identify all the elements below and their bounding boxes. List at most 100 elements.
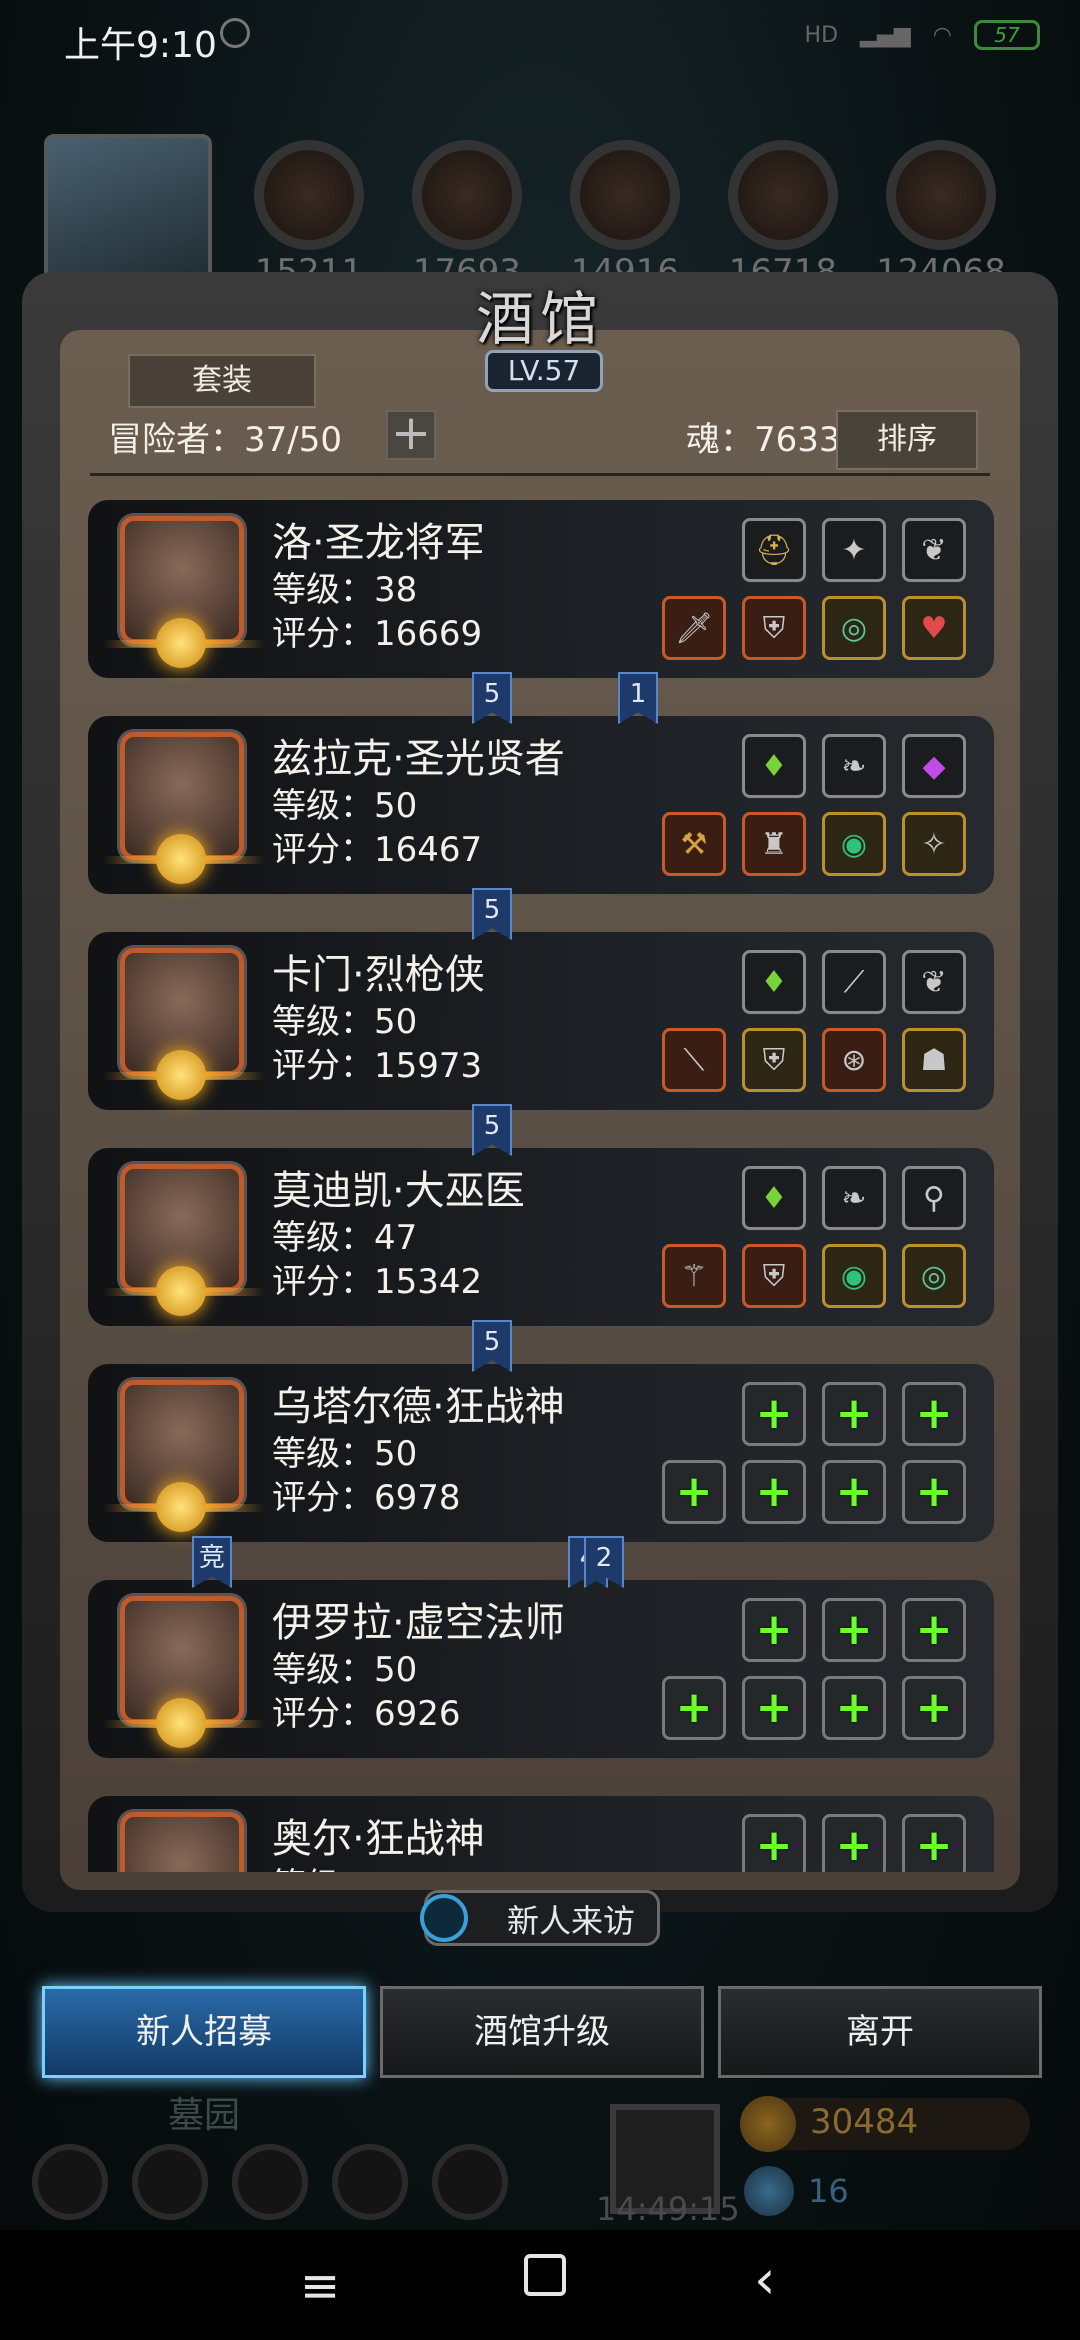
hero-card[interactable]: 伊罗拉·虚空法师 等级：50 评分：6926 + + + + + + + xyxy=(88,1580,994,1758)
home-nav-icon[interactable] xyxy=(524,2254,566,2296)
equipment-slot[interactable]: ⊛ xyxy=(822,1028,886,1092)
recruit-button[interactable]: 新人招募 xyxy=(42,1986,366,2078)
equipment-slot[interactable]: ❧ xyxy=(822,734,886,798)
equipment-slot[interactable]: ♦ xyxy=(742,734,806,798)
equipment-slot[interactable]: ❦ xyxy=(902,518,966,582)
rank-emblem-icon xyxy=(156,1482,206,1532)
purple-gem-icon: ◆ xyxy=(922,748,946,784)
empty-equipment-slot[interactable]: + xyxy=(902,1676,966,1740)
hero-card[interactable]: 莫迪凯·大巫医 等级：47 评分：15342 ♦ ❧ ⚲ ⚚ ⛨ ◉ ◎ xyxy=(88,1148,994,1326)
equipment-slot[interactable]: ⚒ xyxy=(662,812,726,876)
status-indicators: HD ▂▄▆ ◠ 57 xyxy=(805,20,1040,50)
equipment-slot[interactable]: ✦ xyxy=(822,518,886,582)
empty-equipment-slot[interactable]: + xyxy=(902,1382,966,1446)
wood-resource-icon[interactable] xyxy=(412,140,522,250)
empty-equipment-slot[interactable]: + xyxy=(822,1676,886,1740)
ring-icon: ◎ xyxy=(920,1258,948,1294)
equipment-slot[interactable]: ❧ xyxy=(822,1166,886,1230)
empty-equipment-slot[interactable]: + xyxy=(662,1460,726,1524)
mail-icon[interactable] xyxy=(332,2144,408,2220)
leave-button[interactable]: 离开 xyxy=(718,1986,1042,2078)
equipment-slot[interactable]: ❦ xyxy=(902,950,966,1014)
tavern-upgrade-button[interactable]: 酒馆升级 xyxy=(380,1986,704,2078)
equipment-slot[interactable]: ☗ xyxy=(902,1028,966,1092)
stone-resource-icon[interactable] xyxy=(886,140,996,250)
hero-card[interactable]: 洛·圣龙将军 等级：38 评分：16669 ⛑ ✦ ❦ 🗡 ⛨ ◎ ♥ xyxy=(88,500,994,678)
rank-emblem-icon xyxy=(156,834,206,884)
add-equipment-icon: + xyxy=(915,1466,953,1517)
tavern-title: 酒馆 xyxy=(475,285,604,353)
achievement-icon[interactable] xyxy=(132,2144,208,2220)
equipment-slot[interactable]: ◆ xyxy=(902,734,966,798)
equipment-slot[interactable]: ⚚ xyxy=(662,1244,726,1308)
pendant-icon: ✧ xyxy=(921,826,947,862)
equipment-slot[interactable]: ⛨ xyxy=(742,1244,806,1308)
equipment-slot[interactable]: ⛨ xyxy=(742,596,806,660)
hero-level: 等级： xyxy=(272,1858,374,1872)
equipment-slot[interactable]: ⟍ xyxy=(662,1028,726,1092)
hero-name: 奥尔·狂战神 xyxy=(272,1816,485,1862)
map-icon[interactable] xyxy=(432,2144,508,2220)
hero-name: 卡门·烈枪侠 xyxy=(272,952,485,998)
set-tab-button[interactable]: 套装 xyxy=(128,354,316,408)
meat-resource-icon[interactable] xyxy=(254,140,364,250)
hero-card[interactable]: 乌塔尔德·狂战神 等级：50 评分：6978 + + + + + + + xyxy=(88,1364,994,1542)
hero-list[interactable]: 洛·圣龙将军 等级：38 评分：16669 ⛑ ✦ ❦ 🗡 ⛨ ◎ ♥ 兹拉克·圣光贤者 等级：50 评… xyxy=(88,484,994,1872)
empty-equipment-slot[interactable]: + xyxy=(822,1598,886,1662)
empty-equipment-slot[interactable]: + xyxy=(742,1460,806,1524)
equipment-slot[interactable]: ◎ xyxy=(902,1244,966,1308)
equipment-slot[interactable]: ✧ xyxy=(902,812,966,876)
equipment-slot[interactable]: ◎ xyxy=(822,596,886,660)
hero-level: 等级：50 xyxy=(272,1650,418,1690)
iron-resource-icon[interactable] xyxy=(570,140,680,250)
equipment-slot[interactable]: ♥ xyxy=(902,596,966,660)
equipment-slot[interactable]: ◉ xyxy=(822,1244,886,1308)
sort-button[interactable]: 排序 xyxy=(836,410,978,470)
hero-card[interactable]: 奥尔·狂战神等级： + + + xyxy=(88,1796,994,1872)
empty-equipment-slot[interactable]: + xyxy=(742,1382,806,1446)
menu-nav-icon[interactable]: ≡ xyxy=(300,2258,340,2314)
add-equipment-icon: + xyxy=(675,1466,713,1517)
hero-name: 洛·圣龙将军 xyxy=(272,520,485,566)
hero-card[interactable]: 卡门·烈枪侠 等级：50 评分：15973 ♦ ⟋ ❦ ⟍ ⛨ ⊛ ☗ xyxy=(88,932,994,1110)
hero-level: 等级：50 xyxy=(272,1002,418,1042)
armor-icon: ⛨ xyxy=(762,610,786,646)
equipment-slot[interactable]: ⛑ xyxy=(742,518,806,582)
equipment-slot[interactable]: ♜ xyxy=(742,812,806,876)
empty-equipment-slot[interactable]: + xyxy=(662,1676,726,1740)
empty-equipment-slot[interactable]: + xyxy=(742,1676,806,1740)
hero-level: 等级：50 xyxy=(272,1434,418,1474)
empty-equipment-slot[interactable]: + xyxy=(742,1814,806,1872)
empty-equipment-slot[interactable]: + xyxy=(822,1460,886,1524)
hero-level: 等级：50 xyxy=(272,786,418,826)
player-avatar[interactable] xyxy=(44,134,212,292)
empty-equipment-slot[interactable]: + xyxy=(902,1460,966,1524)
green-ring-icon: ◉ xyxy=(840,1258,868,1294)
add-equipment-icon: + xyxy=(915,1682,953,1733)
equipment-slot[interactable]: ⚲ xyxy=(902,1166,966,1230)
crystal-resource-icon[interactable] xyxy=(728,140,838,250)
empty-equipment-slot[interactable]: + xyxy=(822,1814,886,1872)
equipment-slot[interactable]: ◉ xyxy=(822,812,886,876)
empty-equipment-slot[interactable]: + xyxy=(902,1598,966,1662)
empty-equipment-slot[interactable]: + xyxy=(902,1814,966,1872)
empty-equipment-slot[interactable]: + xyxy=(742,1598,806,1662)
equipment-slot[interactable]: ⛨ xyxy=(742,1028,806,1092)
equipment-slot[interactable]: ♦ xyxy=(742,1166,806,1230)
hero-portrait[interactable] xyxy=(120,1812,244,1872)
ring-icon: ◎ xyxy=(840,610,868,646)
add-equipment-icon: + xyxy=(835,1388,873,1439)
add-equipment-icon: + xyxy=(835,1604,873,1655)
hero-card[interactable]: 兹拉克·圣光贤者 等级：50 评分：16467 ♦ ❧ ◆ ⚒ ♜ ◉ ✧ xyxy=(88,716,994,894)
empty-equipment-slot[interactable]: + xyxy=(822,1382,886,1446)
necklace-icon: ❦ xyxy=(921,964,947,1000)
equipment-slot[interactable]: ♦ xyxy=(742,950,806,1014)
expand-capacity-button[interactable]: + xyxy=(386,409,436,460)
equipment-slot[interactable]: ⟋ xyxy=(822,950,886,1014)
codex-icon[interactable] xyxy=(232,2144,308,2220)
back-nav-icon[interactable]: ‹ xyxy=(754,2248,776,2311)
heart-gem-icon: ♥ xyxy=(920,610,948,646)
equipment-slot[interactable]: 🗡 xyxy=(662,596,726,660)
settings-icon[interactable] xyxy=(32,2144,108,2220)
green-crystal-icon: ♦ xyxy=(760,1180,788,1216)
